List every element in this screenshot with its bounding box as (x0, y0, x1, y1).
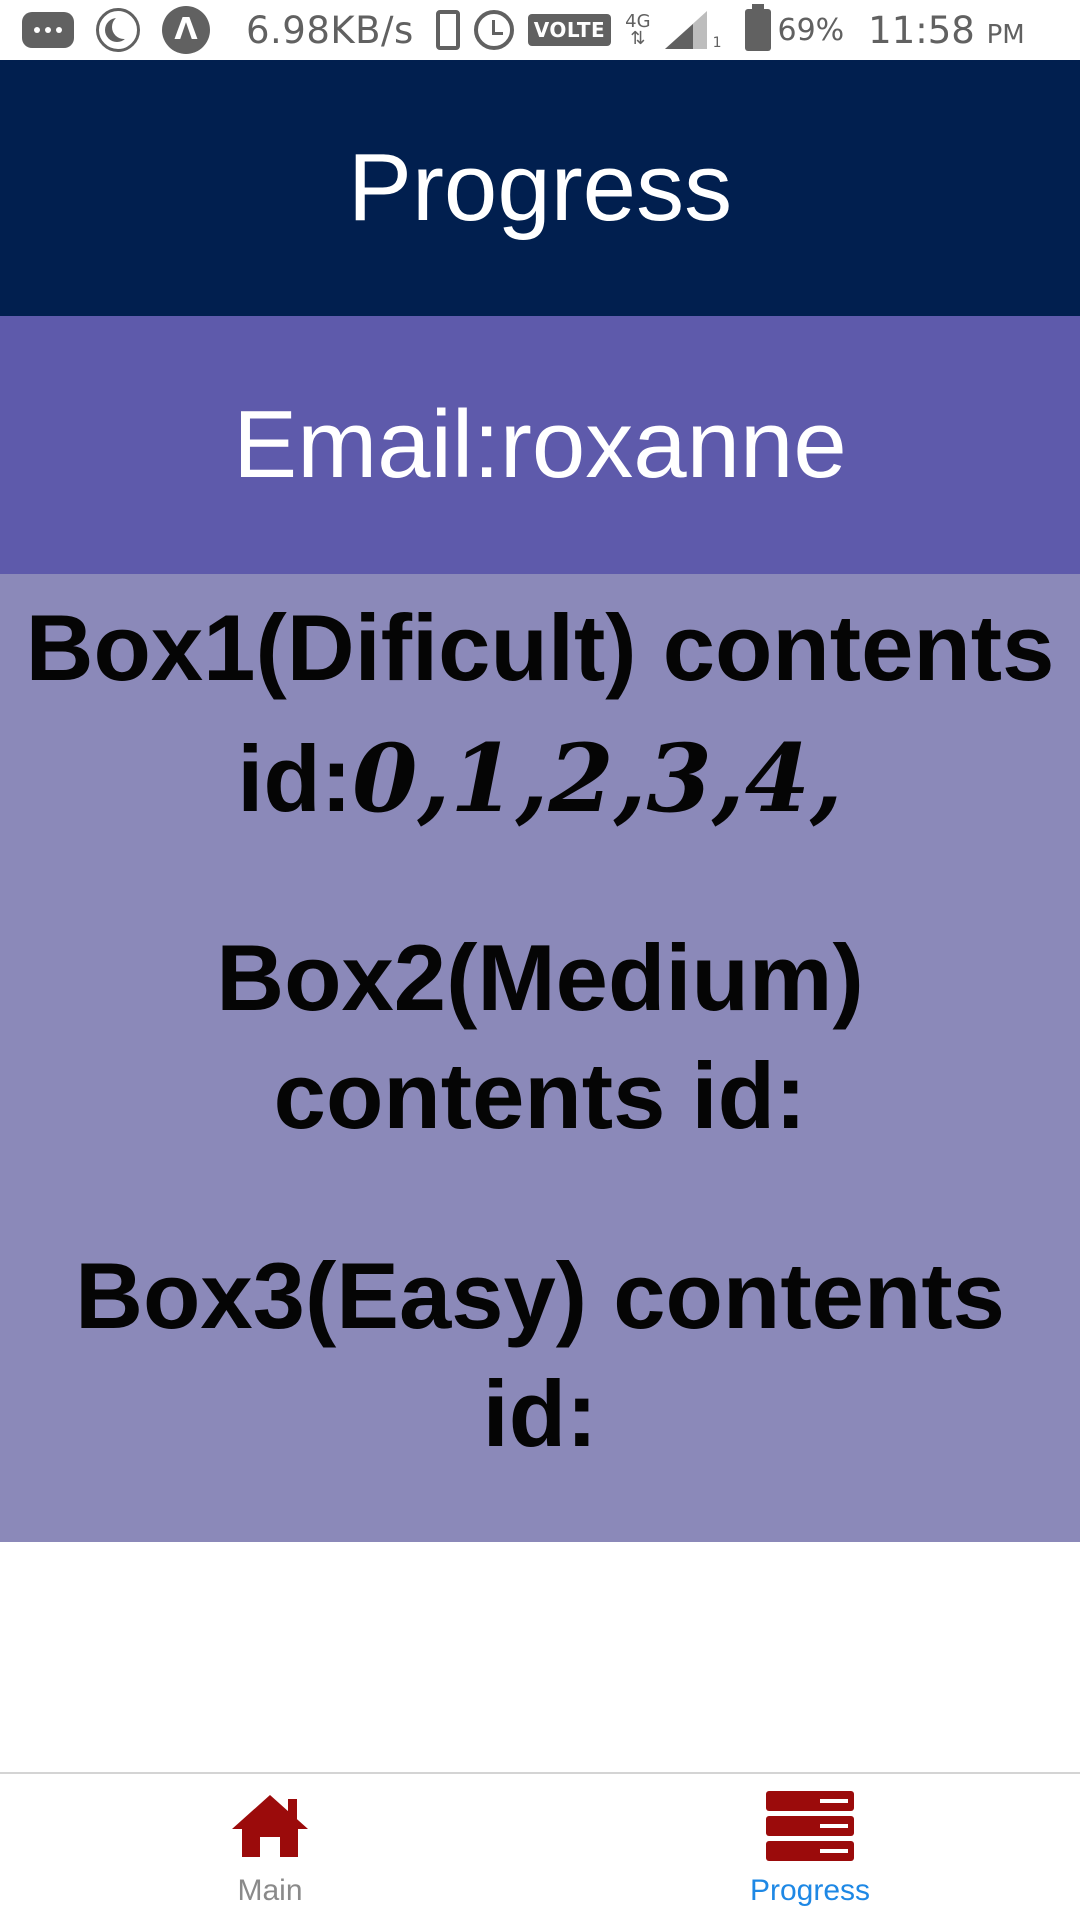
box2-title: Box2(Medium) (216, 925, 864, 1030)
moon-icon (96, 8, 140, 52)
nav-main-label: Main (237, 1874, 303, 1907)
list-icon (764, 1786, 856, 1866)
box3-title: Box3(Easy) contents (75, 1243, 1005, 1348)
volte-badge: VOLTE (527, 14, 612, 46)
nav-main[interactable]: Main (0, 1774, 540, 1920)
app-icon: Λ (162, 6, 210, 54)
box3-ids: id: (482, 1361, 598, 1466)
nav-progress-label: Progress (749, 1874, 871, 1907)
clock-ampm: PM (986, 19, 1025, 50)
box1-ids-prefix: id: (237, 726, 353, 831)
box1-ids-values: 0,1,2,3,4, (352, 724, 843, 834)
box2-ids: contents id: (273, 1043, 807, 1148)
home-icon (228, 1786, 312, 1866)
box1-title: Box1(Dificult) contents (25, 595, 1055, 700)
box1-ids: id:0,1,2,3,4, (0, 724, 1080, 834)
clock: 11:58 PM (868, 9, 1025, 52)
email-label: Email:roxanne (233, 391, 847, 498)
nav-progress[interactable]: Progress (540, 1774, 1080, 1920)
battery-icon (745, 4, 772, 51)
chat-icon (22, 12, 74, 48)
clock-time: 11:58 (868, 8, 975, 52)
signal-icon (664, 11, 707, 49)
page-title: Progress (347, 134, 733, 241)
boxes-panel: Box1(Dificult) contents id:0,1,2,3,4, Bo… (0, 574, 1080, 1542)
battery-percent: 69% (777, 12, 845, 48)
alarm-icon (473, 10, 514, 50)
sim-slot: 1 (712, 35, 722, 51)
email-bar: Email:roxanne (0, 316, 1080, 574)
net-speed: 6.98KB/s (246, 8, 414, 52)
status-bar: Λ 6.98KB/s VOLTE 4G ⇅ 1 69% 11:58 PM (0, 0, 1080, 60)
network-type: 4G ⇅ (625, 13, 650, 49)
phone-icon (435, 10, 460, 50)
header-bar: Progress (0, 60, 1080, 316)
bottom-nav: Main Progress (0, 1772, 1080, 1920)
data-arrows-icon: ⇅ (630, 28, 646, 49)
